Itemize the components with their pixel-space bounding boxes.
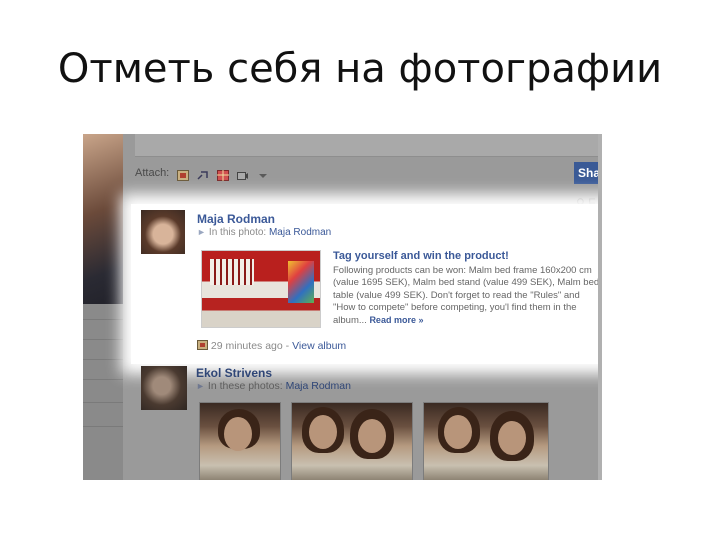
gift-icon[interactable] xyxy=(217,168,230,181)
face-graphic xyxy=(444,415,472,449)
profile-photo[interactable] xyxy=(83,134,123,304)
face-graphic xyxy=(358,419,386,453)
facebook-screenshot: Attach: Sha ⚲ F Maja Rodman ► In this pho… xyxy=(83,134,602,480)
divider xyxy=(83,319,123,320)
divider xyxy=(83,359,123,360)
in-photo-name-link[interactable]: Maja Rodman xyxy=(269,227,331,238)
photo-icon[interactable] xyxy=(177,168,190,181)
poster-graphic xyxy=(288,261,314,303)
face-graphic xyxy=(224,417,252,451)
dropdown-arrow-icon[interactable] xyxy=(257,168,269,179)
attach-row: Attach: xyxy=(135,164,269,182)
tagged-photo[interactable] xyxy=(423,402,549,480)
divider xyxy=(83,426,123,427)
story-author[interactable]: Maja Rodman xyxy=(197,212,275,226)
post-meta: 29 minutes ago - View album xyxy=(197,340,346,352)
link-icon[interactable] xyxy=(197,168,209,180)
post-body: Following products can be won: Malm bed … xyxy=(333,265,602,327)
album-thumbnail[interactable] xyxy=(201,250,321,328)
read-more-link[interactable]: Read more » xyxy=(369,315,423,325)
slide-title: Отметь себя на фотографии xyxy=(57,46,663,92)
avatar[interactable] xyxy=(141,366,187,410)
tag-icon: ► xyxy=(196,381,205,391)
left-column xyxy=(83,134,123,480)
in-photo-label: In this photo: xyxy=(208,227,267,238)
in-photos-line: ► In these photos: Maja Rodman xyxy=(196,380,351,392)
scrollbar[interactable] xyxy=(598,134,602,480)
video-icon[interactable] xyxy=(237,168,249,180)
highlighted-story: Maja Rodman ► In this photo: Maja Rodman … xyxy=(131,204,602,364)
attach-label: Attach: xyxy=(135,167,170,179)
face-graphic xyxy=(498,421,526,455)
tagged-photo[interactable] xyxy=(199,402,281,480)
avatar[interactable] xyxy=(141,210,185,254)
story2-author[interactable]: Ekol Strivens xyxy=(196,366,272,380)
shelf-graphic xyxy=(210,259,254,285)
tagged-photo[interactable] xyxy=(291,402,413,480)
divider xyxy=(83,379,123,380)
divider xyxy=(83,402,123,403)
meta-separator: - xyxy=(282,340,293,352)
album-icon xyxy=(197,340,211,352)
face-graphic xyxy=(309,415,337,449)
in-photo-line: ► In this photo: Maja Rodman xyxy=(197,227,331,238)
post-title-link[interactable]: Tag yourself and win the product! xyxy=(333,250,509,262)
tag-icon: ► xyxy=(197,227,206,237)
view-album-link[interactable]: View album xyxy=(292,340,346,352)
in-photos-label: In these photos: xyxy=(207,380,283,392)
post-time[interactable]: 29 minutes ago xyxy=(211,340,283,352)
status-composer[interactable] xyxy=(135,134,602,157)
divider xyxy=(83,339,123,340)
in-photos-name-link[interactable]: Maja Rodman xyxy=(286,380,351,392)
